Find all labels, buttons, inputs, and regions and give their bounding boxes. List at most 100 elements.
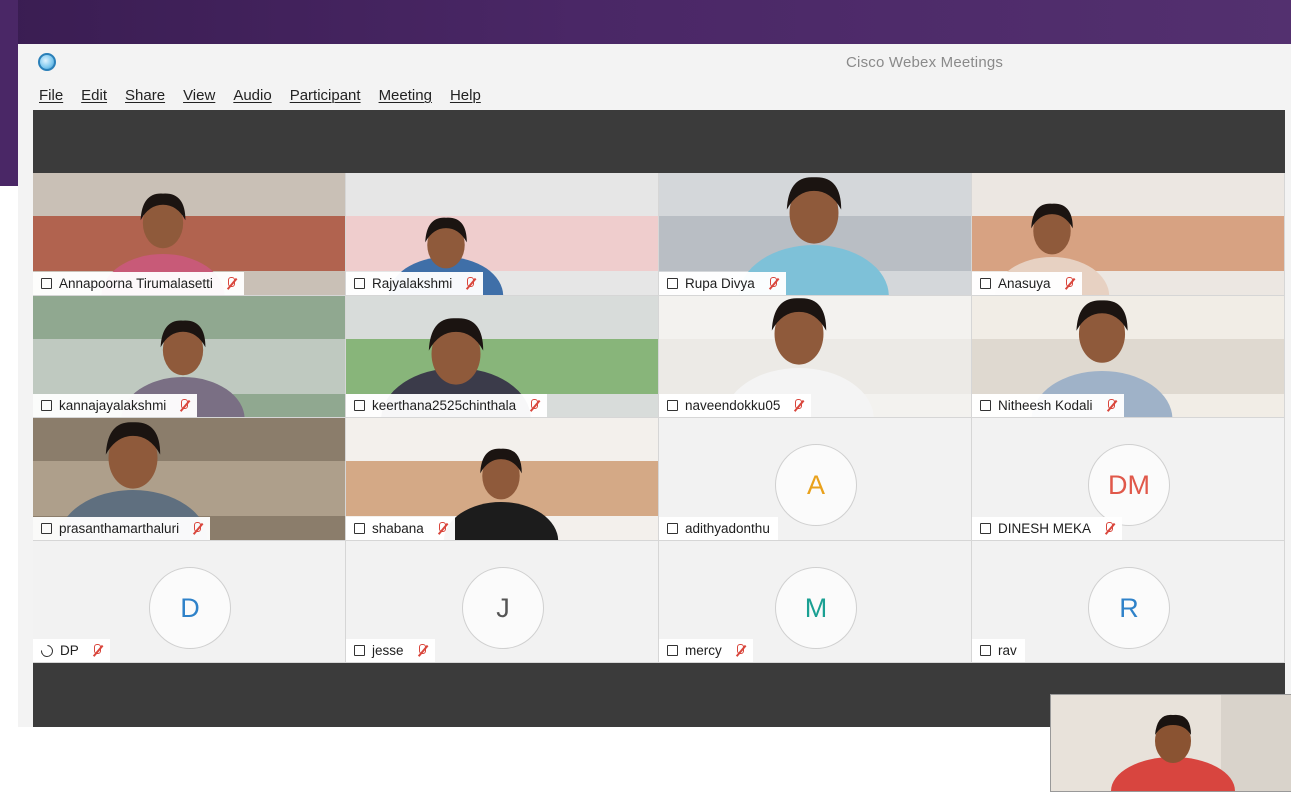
muted-microphone-icon xyxy=(465,276,475,291)
avatar-initials: R xyxy=(1088,567,1170,649)
menu-edit[interactable]: Edit xyxy=(72,85,116,107)
video-camera-icon xyxy=(980,278,991,289)
video-camera-icon xyxy=(667,278,678,289)
participant-tile[interactable]: Rajyalakshmi xyxy=(346,173,659,296)
webex-window: Cisco Webex Meetings File Edit Share Vie… xyxy=(18,44,1291,792)
desktop-background-edge xyxy=(0,0,18,186)
participant-name: rav xyxy=(998,643,1017,658)
menu-share[interactable]: Share xyxy=(116,85,174,107)
participant-name: Anasuya xyxy=(998,276,1051,291)
participant-name-tag: Nitheesh Kodali xyxy=(972,394,1124,417)
video-camera-icon xyxy=(980,523,991,534)
video-camera-icon xyxy=(354,400,365,411)
participant-tile[interactable]: kannajayalakshmi xyxy=(33,296,346,418)
participant-name: shabana xyxy=(372,521,424,536)
avatar-initials: J xyxy=(462,567,544,649)
muted-microphone-icon xyxy=(92,643,102,658)
video-camera-icon xyxy=(41,523,52,534)
avatar-initials: D xyxy=(149,567,231,649)
participant-name: Annapoorna Tirumalasetti xyxy=(59,276,213,291)
participant-name-tag: Rupa Divya xyxy=(659,272,786,295)
participant-name: naveendokku05 xyxy=(685,398,781,413)
webex-logo-icon xyxy=(38,53,56,71)
participant-name: jesse xyxy=(372,643,404,658)
window-title: Cisco Webex Meetings xyxy=(846,54,1004,71)
participant-name: DP xyxy=(60,643,79,658)
video-camera-icon xyxy=(667,400,678,411)
muted-microphone-icon xyxy=(768,276,778,291)
muted-microphone-icon xyxy=(529,398,539,413)
menu-bar: File Edit Share View Audio Participant M… xyxy=(30,85,490,107)
desktop-background-band xyxy=(0,0,1291,44)
self-view-video[interactable] xyxy=(1050,694,1291,792)
participant-tile[interactable]: keerthana2525chinthala xyxy=(346,296,659,418)
video-camera-icon xyxy=(667,645,678,656)
menu-meeting[interactable]: Meeting xyxy=(370,85,441,107)
participant-name: adithyadonthu xyxy=(685,521,770,536)
participant-tile[interactable]: prasanthamarthaluri xyxy=(33,418,346,541)
video-camera-icon xyxy=(41,278,52,289)
muted-microphone-icon xyxy=(192,521,202,536)
participant-name: prasanthamarthaluri xyxy=(59,521,180,536)
participant-name: Nitheesh Kodali xyxy=(998,398,1093,413)
participant-tile[interactable]: Jjesse xyxy=(346,541,659,663)
phone-audio-icon xyxy=(41,645,53,657)
video-camera-icon xyxy=(980,645,991,656)
muted-microphone-icon xyxy=(417,643,427,658)
participant-name: DINESH MEKA xyxy=(998,521,1092,536)
participant-name-tag: prasanthamarthaluri xyxy=(33,517,211,540)
video-camera-icon xyxy=(354,523,365,534)
participant-tile[interactable]: Annapoorna Tirumalasetti xyxy=(33,173,346,296)
participant-name: mercy xyxy=(685,643,722,658)
participant-name: keerthana2525chinthala xyxy=(372,398,517,413)
muted-microphone-icon xyxy=(179,398,189,413)
participant-tile[interactable]: DM DINESH MEKA xyxy=(972,418,1285,541)
muted-microphone-icon xyxy=(1106,398,1116,413)
participant-name-tag: keerthana2525chinthala xyxy=(346,394,548,417)
participant-name-tag: Anasuya xyxy=(972,272,1082,295)
participant-name-tag: Rajyalakshmi xyxy=(346,272,484,295)
self-view-image xyxy=(1051,695,1291,791)
video-camera-icon xyxy=(980,400,991,411)
participant-name-tag: DP xyxy=(33,639,110,662)
muted-microphone-icon xyxy=(437,521,447,536)
menu-help[interactable]: Help xyxy=(441,85,490,107)
meeting-stage: Annapoorna Tirumalasetti Rajyalakshmi Rupa… xyxy=(33,110,1291,792)
participant-name-tag: DINESH MEKA xyxy=(972,517,1123,540)
video-camera-icon xyxy=(667,523,678,534)
participant-name-tag: rav xyxy=(972,639,1025,662)
menu-participant[interactable]: Participant xyxy=(281,85,370,107)
participant-name: Rajyalakshmi xyxy=(372,276,453,291)
muted-microphone-icon xyxy=(1064,276,1074,291)
participant-tile[interactable]: naveendokku05 xyxy=(659,296,972,418)
participant-name-tag: Annapoorna Tirumalasetti xyxy=(33,272,244,295)
muted-microphone-icon xyxy=(226,276,236,291)
title-bar: Cisco Webex Meetings xyxy=(18,44,1291,82)
participant-name-tag: adithyadonthu xyxy=(659,517,778,540)
muted-microphone-icon xyxy=(735,643,745,658)
participant-name-tag: naveendokku05 xyxy=(659,394,812,417)
menu-view[interactable]: View xyxy=(174,85,224,107)
menu-file[interactable]: File xyxy=(30,85,72,107)
participant-tile[interactable]: Rupa Divya xyxy=(659,173,972,296)
participant-tile[interactable]: Mmercy xyxy=(659,541,972,663)
participant-tile[interactable]: Rrav xyxy=(972,541,1285,663)
video-camera-icon xyxy=(354,278,365,289)
participant-name: kannajayalakshmi xyxy=(59,398,167,413)
participant-tile[interactable]: shabana xyxy=(346,418,659,541)
participant-name-tag: kannajayalakshmi xyxy=(33,394,198,417)
participant-grid: Annapoorna Tirumalasetti Rajyalakshmi Rupa… xyxy=(33,173,1285,663)
muted-microphone-icon xyxy=(793,398,803,413)
video-camera-icon xyxy=(354,645,365,656)
menu-audio[interactable]: Audio xyxy=(224,85,280,107)
participant-name-tag: jesse xyxy=(346,639,435,662)
participant-tile[interactable]: Anasuya xyxy=(972,173,1285,296)
muted-microphone-icon xyxy=(1104,521,1114,536)
participant-tile[interactable]: Aadithyadonthu xyxy=(659,418,972,541)
participant-name: Rupa Divya xyxy=(685,276,755,291)
video-camera-icon xyxy=(41,400,52,411)
avatar-initials: DM xyxy=(1088,444,1170,526)
participant-tile[interactable]: Nitheesh Kodali xyxy=(972,296,1285,418)
participant-tile[interactable]: D DP xyxy=(33,541,346,663)
participant-name-tag: shabana xyxy=(346,517,455,540)
